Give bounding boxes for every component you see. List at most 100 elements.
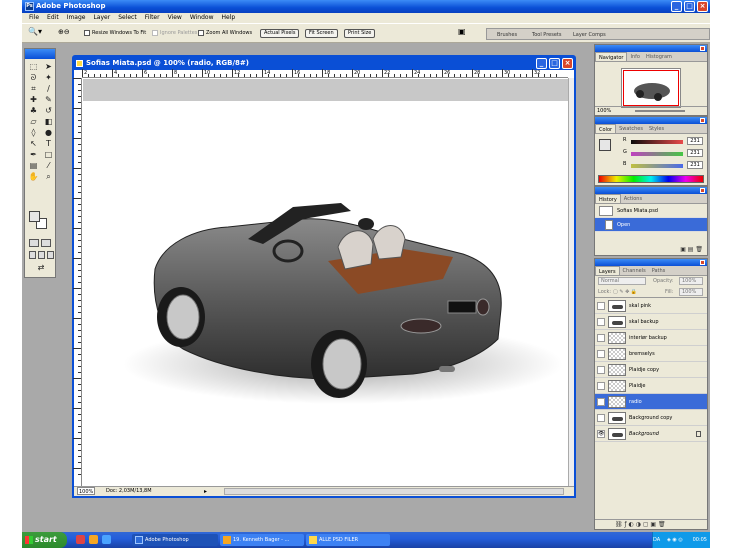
tab-layers[interactable]: Layers: [595, 266, 620, 275]
layer-visibility-eye-icon[interactable]: [597, 302, 605, 310]
menu-edit[interactable]: Edit: [43, 13, 63, 23]
menu-view[interactable]: View: [164, 13, 186, 23]
eyedropper-tool-icon[interactable]: ⁄: [42, 161, 55, 171]
menu-filter[interactable]: Filter: [141, 13, 164, 23]
blend-mode-select[interactable]: Normal: [598, 277, 646, 285]
quick-mask-button[interactable]: [41, 239, 51, 247]
zoom-in-out-icon[interactable]: ⊕⊖: [58, 28, 70, 37]
ignore-palettes-option[interactable]: Ignore Palettes: [152, 29, 197, 38]
layer-row[interactable]: Plaidje: [595, 378, 707, 394]
tab-info[interactable]: Info: [627, 52, 642, 61]
history-item[interactable]: Sofias Miata.psd: [595, 204, 707, 218]
move-tool-icon[interactable]: ➤: [42, 62, 55, 72]
tab-paths[interactable]: Paths: [649, 266, 669, 275]
lock-icons[interactable]: ▢ ✎ ✥ 🔒: [613, 287, 637, 298]
doc-minimize-button[interactable]: _: [536, 58, 547, 69]
color-spectrum-bar[interactable]: [598, 175, 704, 183]
fit-screen-button[interactable]: Fit Screen: [305, 29, 338, 38]
notes-tool-icon[interactable]: ▤: [27, 161, 40, 171]
document-size-info[interactable]: Doc: 2,03M/13,8M: [106, 487, 152, 496]
layer-visibility-eye-icon[interactable]: 👁: [597, 430, 605, 438]
healing-brush-icon[interactable]: ✚: [27, 95, 40, 105]
screen-mode-full-menu[interactable]: [38, 251, 45, 259]
menu-help[interactable]: Help: [218, 13, 240, 23]
tab-navigator[interactable]: Navigator: [595, 52, 628, 61]
task-music[interactable]: 19. Kenneth Bager - ...: [220, 534, 304, 546]
gradient-tool-icon[interactable]: ◧: [42, 117, 55, 127]
file-browser-icon[interactable]: ▣: [458, 27, 466, 36]
doc-maximize-button[interactable]: □: [549, 58, 560, 69]
history-footer-icons[interactable]: ▣ ▤ 🗑: [680, 246, 703, 253]
maximize-button[interactable]: □: [684, 1, 695, 12]
color-value-r[interactable]: 231: [687, 137, 703, 145]
pen-tool-icon[interactable]: ✒: [27, 150, 40, 160]
layer-row[interactable]: Background copy: [595, 410, 707, 426]
layer-row[interactable]: 👁 Background: [595, 426, 707, 442]
layer-visibility-eye-icon[interactable]: [597, 414, 605, 422]
minimize-button[interactable]: _: [671, 1, 682, 12]
tab-swatches[interactable]: Swatches: [616, 124, 646, 133]
actual-pixels-button[interactable]: Actual Pixels: [260, 29, 300, 38]
history-item[interactable]: Open: [595, 218, 707, 232]
palette-close-icon[interactable]: [700, 260, 705, 265]
brush-tool-icon[interactable]: ✎: [42, 95, 55, 105]
eraser-tool-icon[interactable]: ▱: [27, 117, 40, 127]
imageready-jump-icon[interactable]: ⇄: [31, 263, 51, 273]
resize-windows-option[interactable]: Resize Windows To Fit: [84, 29, 146, 38]
layer-visibility-eye-icon[interactable]: [597, 366, 605, 374]
marquee-tool-icon[interactable]: ⬚: [27, 62, 40, 72]
ignore-palettes-checkbox[interactable]: [152, 29, 158, 36]
lasso-tool-icon[interactable]: ᘐ: [27, 73, 40, 83]
hand-tool-icon[interactable]: ✋: [27, 172, 40, 182]
language-indicator[interactable]: DA: [653, 532, 660, 548]
menu-window[interactable]: Window: [186, 13, 218, 23]
color-value-g[interactable]: 231: [687, 149, 703, 157]
screen-mode-standard[interactable]: [29, 251, 36, 259]
layers-footer-icons[interactable]: ⛓ ƒ ◐ ◑ ▢ ▣ 🗑: [595, 519, 707, 529]
resize-windows-checkbox[interactable]: [84, 29, 90, 36]
menu-select[interactable]: Select: [114, 13, 141, 23]
zoom-all-checkbox[interactable]: [198, 29, 204, 36]
well-tab-brushes[interactable]: Brushes: [497, 31, 517, 39]
navigator-zoom-value[interactable]: 100%: [597, 108, 611, 114]
navigator-thumbnail[interactable]: [621, 68, 681, 108]
zoom-all-option[interactable]: Zoom All Windows: [198, 29, 252, 38]
color-fg-swatch[interactable]: [599, 139, 611, 151]
task-folder[interactable]: ALLE PSD FILER: [306, 534, 390, 546]
layer-visibility-eye-icon[interactable]: [597, 382, 605, 390]
zoom-tool-icon[interactable]: ⌕: [42, 172, 55, 182]
zoom-tool-icon[interactable]: 🔍▾: [28, 27, 42, 36]
menu-layer[interactable]: Layer: [89, 13, 114, 23]
navigator-view-box[interactable]: [623, 70, 679, 106]
start-button[interactable]: start: [22, 532, 67, 548]
fill-field[interactable]: 100%: [679, 288, 703, 296]
path-selection-icon[interactable]: ↖: [27, 139, 40, 149]
layer-row[interactable]: skal backup: [595, 314, 707, 330]
quicklaunch-icon[interactable]: [76, 535, 85, 544]
color-slider-r[interactable]: [631, 140, 683, 144]
menu-image[interactable]: Image: [63, 13, 90, 23]
layer-row[interactable]: skal pink: [595, 298, 707, 314]
print-size-button[interactable]: Print Size: [344, 29, 376, 38]
color-slider-b[interactable]: [631, 164, 683, 168]
tab-channels[interactable]: Channels: [620, 266, 649, 275]
layer-visibility-eye-icon[interactable]: [597, 318, 605, 326]
history-brush-icon[interactable]: ↺: [42, 106, 55, 116]
layer-row[interactable]: Plaidje copy: [595, 362, 707, 378]
magic-wand-tool-icon[interactable]: ✦: [42, 73, 55, 83]
type-tool-icon[interactable]: T: [42, 139, 55, 149]
close-button[interactable]: ×: [697, 1, 708, 12]
menu-file[interactable]: File: [25, 13, 43, 23]
well-tab-tool-presets[interactable]: Tool Presets: [532, 31, 562, 39]
palette-close-icon[interactable]: [700, 46, 705, 51]
blur-tool-icon[interactable]: ◊: [27, 128, 40, 138]
quicklaunch-icon[interactable]: [89, 535, 98, 544]
task-photoshop[interactable]: Adobe Photoshop: [132, 534, 218, 546]
crop-tool-icon[interactable]: ⌗: [27, 84, 40, 94]
tray-icons[interactable]: ◈ ◉ ◎: [667, 532, 683, 548]
tab-history[interactable]: History: [595, 194, 621, 203]
status-menu-arrow-icon[interactable]: ▸: [204, 487, 207, 496]
tab-styles[interactable]: Styles: [646, 124, 667, 133]
screen-mode-full[interactable]: [47, 251, 54, 259]
foreground-color-swatch[interactable]: [29, 211, 40, 222]
